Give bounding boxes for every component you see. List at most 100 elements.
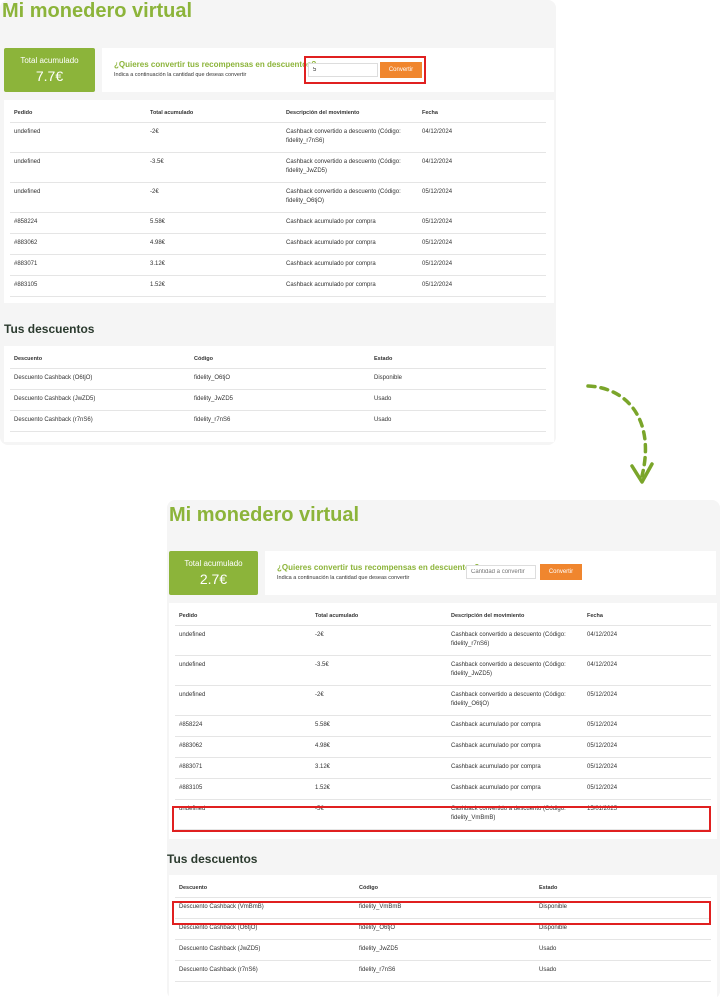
cell: 05/12/2024	[583, 778, 711, 800]
cell: -2€	[311, 685, 447, 716]
cell: Cashback acumulado por compra	[282, 254, 418, 276]
convert-card: ¿Quieres convertir tus recompensas en de…	[265, 551, 716, 595]
col-header: Estado	[370, 346, 546, 369]
table-row: undefined -3.5€ Cashback convertido a desc…	[175, 655, 711, 686]
cell: Cashback convertido a descuento (Código:…	[282, 152, 418, 183]
table-row: #883105 1.52€ Cashback acumulado por compr…	[10, 275, 546, 297]
cell: #883105	[10, 275, 146, 297]
page-title: Mi monedero virtual	[2, 0, 193, 22]
page-title: Mi monedero virtual	[169, 504, 360, 526]
convert-question: ¿Quieres convertir tus recompensas en de…	[277, 563, 480, 572]
table-row: undefined -2€ Cashback convertido a descue…	[175, 685, 711, 716]
convert-amount-input[interactable]	[466, 565, 536, 579]
convert-subtitle: Indica a continuación la cantidad que de…	[114, 72, 247, 78]
table-row: #883105 1.52€ Cashback acumulado por compr…	[175, 778, 711, 800]
cell: #858224	[10, 212, 146, 234]
table-row: #883071 3.12€ Cashback acumulado por compr…	[10, 254, 546, 276]
cell: Cashback acumulado por compra	[447, 715, 583, 737]
movements-card: Pedido Total acumulado Descripción del m…	[4, 100, 554, 303]
cell: 05/12/2024	[418, 275, 546, 297]
cell: #883062	[175, 736, 311, 758]
cell: fidelity_JwZD5	[355, 939, 535, 961]
col-header: Fecha	[418, 100, 546, 123]
cell: 5.58€	[146, 212, 282, 234]
movements-table: Pedido Total acumulado Descripción del m…	[175, 603, 711, 830]
col-header: Pedido	[10, 100, 146, 123]
table-row: Descuento Cashback (O6tjO) fidelity_O6tjO…	[10, 368, 546, 390]
cell: #883071	[175, 757, 311, 779]
table-row: undefined -2€ Cashback convertido a descue…	[175, 625, 711, 656]
cell: 3.12€	[311, 757, 447, 779]
cell: Descuento Cashback (r7nS6)	[175, 960, 355, 982]
convert-button[interactable]: Convertir	[540, 564, 582, 580]
cell: Descuento Cashback (JwZD5)	[175, 939, 355, 961]
cell: 1.52€	[146, 275, 282, 297]
col-header: Total acumulado	[146, 100, 282, 123]
convert-subtitle: Indica a continuación la cantidad que de…	[277, 575, 410, 581]
new-discount-highlight-box	[172, 901, 711, 925]
cell: 4.98€	[311, 736, 447, 758]
cell: 04/12/2024	[583, 655, 711, 686]
cell: 05/12/2024	[418, 233, 546, 255]
cell: Cashback acumulado por compra	[282, 233, 418, 255]
table-row: #883062 4.98€ Cashback acumulado por compr…	[10, 233, 546, 255]
cell: Cashback acumulado por compra	[282, 212, 418, 234]
cell: 1.52€	[311, 778, 447, 800]
table-row: Descuento Cashback (r7nS6) fidelity_r7nS6…	[175, 960, 711, 982]
cell: #883062	[10, 233, 146, 255]
cell: Usado	[535, 960, 711, 982]
cell: 05/12/2024	[418, 254, 546, 276]
movements-table: Pedido Total acumulado Descripción del m…	[10, 100, 546, 297]
cell: undefined	[10, 122, 146, 153]
cell: undefined	[175, 655, 311, 686]
discounts-table: Descuento Código Estado Descuento Cashba…	[10, 346, 546, 432]
total-accumulated-box: Total acumulado 2.7€	[169, 551, 258, 595]
col-header: Fecha	[583, 603, 711, 626]
cell: 05/12/2024	[583, 757, 711, 779]
total-value: 7.7€	[35, 68, 64, 84]
cell: 05/12/2024	[418, 212, 546, 234]
discounts-table: Descuento Código Estado Descuento Cashba…	[175, 875, 711, 982]
total-value: 2.7€	[199, 571, 228, 587]
cell: #883105	[175, 778, 311, 800]
wallet-panel-after: Mi monedero virtual Total acumulado 2.7€…	[167, 500, 720, 999]
convert-question: ¿Quieres convertir tus recompensas en de…	[114, 60, 317, 69]
cell: 04/12/2024	[583, 625, 711, 656]
cell: -3.5€	[311, 655, 447, 686]
discounts-title: Tus descuentos	[4, 322, 95, 336]
table-row: #858224 5.58€ Cashback acumulado por compr…	[10, 212, 546, 234]
cell: Descuento Cashback (r7nS6)	[10, 410, 190, 432]
total-label: Total acumulado	[184, 559, 243, 568]
cell: Descuento Cashback (O6tjO)	[10, 368, 190, 390]
cell: 05/12/2024	[583, 685, 711, 716]
cell: undefined	[10, 182, 146, 213]
cell: undefined	[175, 685, 311, 716]
cell: Cashback acumulado por compra	[447, 778, 583, 800]
cell: -2€	[146, 122, 282, 153]
wallet-panel-before: Mi monedero virtual Total acumulado 7.7€…	[0, 0, 556, 445]
table-row: undefined -2€ Cashback convertido a descue…	[10, 122, 546, 153]
table-row: Descuento Cashback (JwZD5) fidelity_JwZD5…	[10, 389, 546, 411]
cell: Cashback convertido a descuento (Código:…	[447, 685, 583, 716]
col-header: Estado	[535, 875, 711, 898]
input-highlight-box	[304, 56, 426, 84]
col-header: Descuento	[175, 875, 355, 898]
cell: Usado	[535, 939, 711, 961]
cell: fidelity_r7nS6	[190, 410, 370, 432]
cell: Cashback convertido a descuento (Código:…	[447, 655, 583, 686]
cell: Usado	[370, 410, 546, 432]
discounts-title: Tus descuentos	[167, 852, 258, 866]
dashed-curved-arrow-icon	[586, 384, 654, 484]
discounts-card: Descuento Código Estado Descuento Cashba…	[4, 346, 554, 442]
cell: Cashback acumulado por compra	[447, 736, 583, 758]
cell: 05/12/2024	[583, 715, 711, 737]
table-row: #883071 3.12€ Cashback acumulado por compr…	[175, 757, 711, 779]
cell: Cashback convertido a descuento (Código:…	[282, 182, 418, 213]
col-header: Pedido	[175, 603, 311, 626]
cell: -3.5€	[146, 152, 282, 183]
cell: #858224	[175, 715, 311, 737]
total-accumulated-box: Total acumulado 7.7€	[4, 48, 95, 92]
cell: 5.58€	[311, 715, 447, 737]
cell: undefined	[10, 152, 146, 183]
total-label: Total acumulado	[20, 56, 79, 65]
